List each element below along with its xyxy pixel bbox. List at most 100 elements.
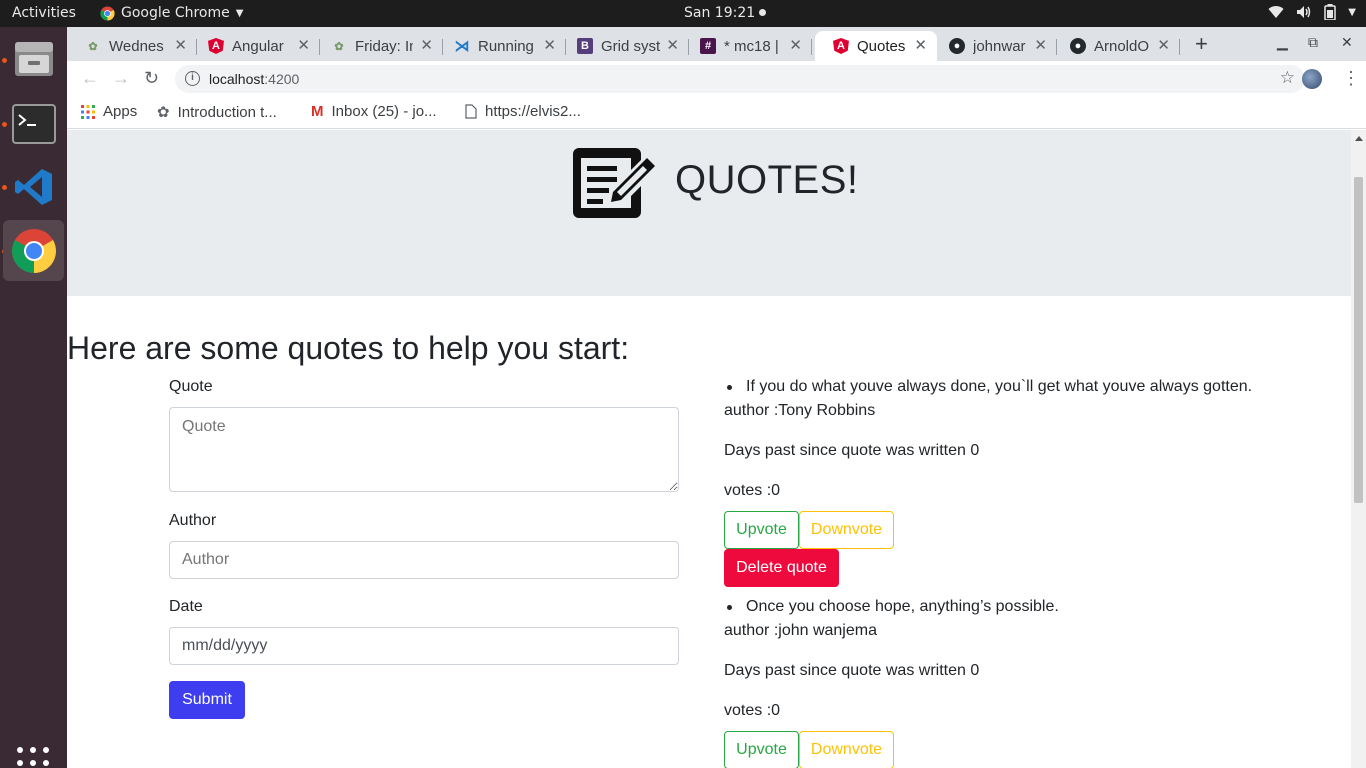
plant-icon: ✿ — [88, 40, 98, 53]
maximize-icon[interactable]: ⧉ — [1308, 34, 1318, 51]
bookmark-label: Introduction t... — [177, 103, 277, 121]
bookmark-label: Apps — [103, 103, 138, 120]
close-icon[interactable]: ✕ — [789, 36, 802, 54]
page-viewport: QUOTES! Here are some quotes to help you… — [67, 130, 1351, 768]
dock-item-vscode[interactable] — [3, 156, 64, 217]
activities-button[interactable]: Activities — [12, 5, 76, 21]
clock-text: San 19:21 — [684, 5, 756, 21]
info-icon[interactable]: i — [185, 71, 200, 86]
scrollbar-thumb[interactable] — [1354, 177, 1363, 503]
minimize-icon[interactable]: ▁ — [1277, 34, 1288, 51]
close-icon[interactable]: ✕ — [1157, 36, 1170, 54]
tab-separator — [811, 39, 812, 55]
tab-grid-system[interactable]: B Grid syst ✕ — [559, 31, 689, 61]
terminal-icon — [11, 103, 56, 144]
vscode-icon: ⋊ — [454, 38, 470, 55]
dock-item-terminal[interactable] — [3, 93, 64, 154]
close-icon[interactable]: ✕ — [543, 36, 556, 54]
url-host: localhost — [209, 71, 265, 87]
tab-wednes[interactable]: ✿ Wednes ✕ — [67, 31, 197, 61]
submit-button[interactable]: Submit — [169, 681, 245, 719]
author-label: Author — [169, 512, 217, 529]
close-icon[interactable]: ✕ — [297, 36, 310, 54]
tab-quotes[interactable]: A Quotes ✕ — [815, 31, 937, 61]
tab-label: Grid syst — [601, 37, 661, 55]
delete-quote-button[interactable]: Delete quote — [724, 549, 839, 587]
show-applications-icon[interactable] — [17, 747, 49, 768]
intro-heading: Here are some quotes to help you start: — [67, 330, 630, 366]
url-text: localhost:4200 — [209, 71, 299, 87]
wifi-icon — [1268, 6, 1284, 19]
slack-icon: # — [700, 38, 716, 54]
github-icon: ● — [949, 38, 965, 54]
quote-item: Once you choose hope, anything’s possibl… — [724, 598, 1324, 768]
app-menu[interactable]: Google Chrome ▼ — [100, 5, 243, 21]
edit-document-icon — [573, 148, 655, 218]
upvote-button[interactable]: Upvote — [724, 511, 799, 549]
close-window-icon[interactable]: ✕ — [1341, 34, 1353, 51]
volume-icon — [1297, 6, 1311, 18]
close-icon[interactable]: ✕ — [1034, 36, 1047, 54]
system-top-bar: Activities Google Chrome ▼ San 19:21 ▼ — [0, 0, 1366, 27]
url-port: :4200 — [264, 71, 300, 87]
chevron-down-icon: ▼ — [235, 7, 244, 19]
bookmark-inbox[interactable]: M Inbox (25) - jo... — [311, 103, 437, 120]
quote-textarea[interactable] — [169, 407, 679, 492]
downvote-button[interactable]: Downvote — [799, 731, 894, 768]
clock[interactable]: San 19:21 — [684, 5, 767, 21]
tab-angular[interactable]: A Angular ✕ — [190, 31, 320, 61]
profile-avatar[interactable] — [1302, 69, 1322, 89]
plant-icon: ✿ — [157, 104, 170, 121]
bookmark-label: Inbox (25) - jo... — [331, 103, 437, 120]
vertical-scrollbar[interactable] — [1351, 130, 1366, 768]
reload-icon[interactable]: ↻ — [144, 68, 159, 89]
tab-johnwar[interactable]: ● johnwar ✕ — [931, 31, 1057, 61]
quote-author: author :john wanjema — [724, 622, 877, 639]
bookmark-label: https://elvis2... — [485, 103, 581, 120]
tab-label: Running — [478, 37, 534, 55]
tab-running[interactable]: ⋊ Running ✕ — [436, 31, 566, 61]
address-bar[interactable]: i localhost:4200 ☆ — [175, 65, 1305, 93]
new-tab-button[interactable]: + — [1195, 31, 1208, 57]
upvote-button[interactable]: Upvote — [724, 731, 799, 768]
page-icon — [465, 104, 477, 119]
tab-slack[interactable]: # * mc18 | ✕ — [682, 31, 812, 61]
quote-text: If you do what youve always done, you`ll… — [746, 378, 1253, 395]
back-icon[interactable]: ← — [81, 68, 99, 89]
app-menu-label: Google Chrome — [121, 5, 230, 21]
quote-days: Days past since quote was written 0 — [724, 442, 980, 459]
forward-icon[interactable]: → — [112, 68, 130, 89]
author-input[interactable] — [169, 541, 679, 579]
tab-label: Angular — [232, 37, 284, 55]
bookmark-introduction[interactable]: ✿ Introduction t... — [157, 103, 277, 122]
system-menu-chevron-icon: ▼ — [1348, 6, 1356, 18]
quote-label: Quote — [169, 378, 213, 395]
more-menu-icon[interactable]: ⋮ — [1342, 68, 1360, 89]
bookmark-star-icon[interactable]: ☆ — [1280, 68, 1295, 88]
tab-friday[interactable]: ✿ Friday: In ✕ — [313, 31, 443, 61]
dock-item-files[interactable] — [3, 28, 64, 89]
bullet — [727, 385, 732, 390]
scroll-up-arrow-icon[interactable] — [1355, 136, 1363, 141]
tab-arnoldo[interactable]: ● ArnoldO ✕ — [1052, 31, 1180, 61]
bookmarks-bar: Apps ✿ Introduction t... M Inbox (25) - … — [67, 97, 1366, 129]
system-tray[interactable]: ▼ — [1268, 4, 1356, 20]
notification-dot-icon — [759, 9, 767, 16]
page-title: QUOTES! — [675, 158, 859, 202]
close-icon[interactable]: ✕ — [914, 36, 927, 54]
angular-icon: A — [833, 38, 849, 54]
chrome-icon — [11, 228, 56, 273]
downvote-button[interactable]: Downvote — [799, 511, 894, 549]
bookmark-elvis[interactable]: https://elvis2... — [465, 103, 581, 120]
dock-item-chrome[interactable] — [3, 220, 64, 281]
close-icon[interactable]: ✕ — [420, 36, 433, 54]
close-icon[interactable]: ✕ — [174, 36, 187, 54]
close-icon[interactable]: ✕ — [666, 36, 679, 54]
header-jumbotron: QUOTES! — [67, 130, 1351, 296]
date-input[interactable]: mm/dd/yyyy — [169, 627, 679, 665]
bookmark-apps[interactable]: Apps — [81, 103, 137, 120]
tab-separator — [1179, 39, 1180, 55]
angular-icon: A — [208, 38, 224, 54]
gmail-icon: M — [311, 103, 324, 120]
quote-votes: votes :0 — [724, 482, 781, 499]
